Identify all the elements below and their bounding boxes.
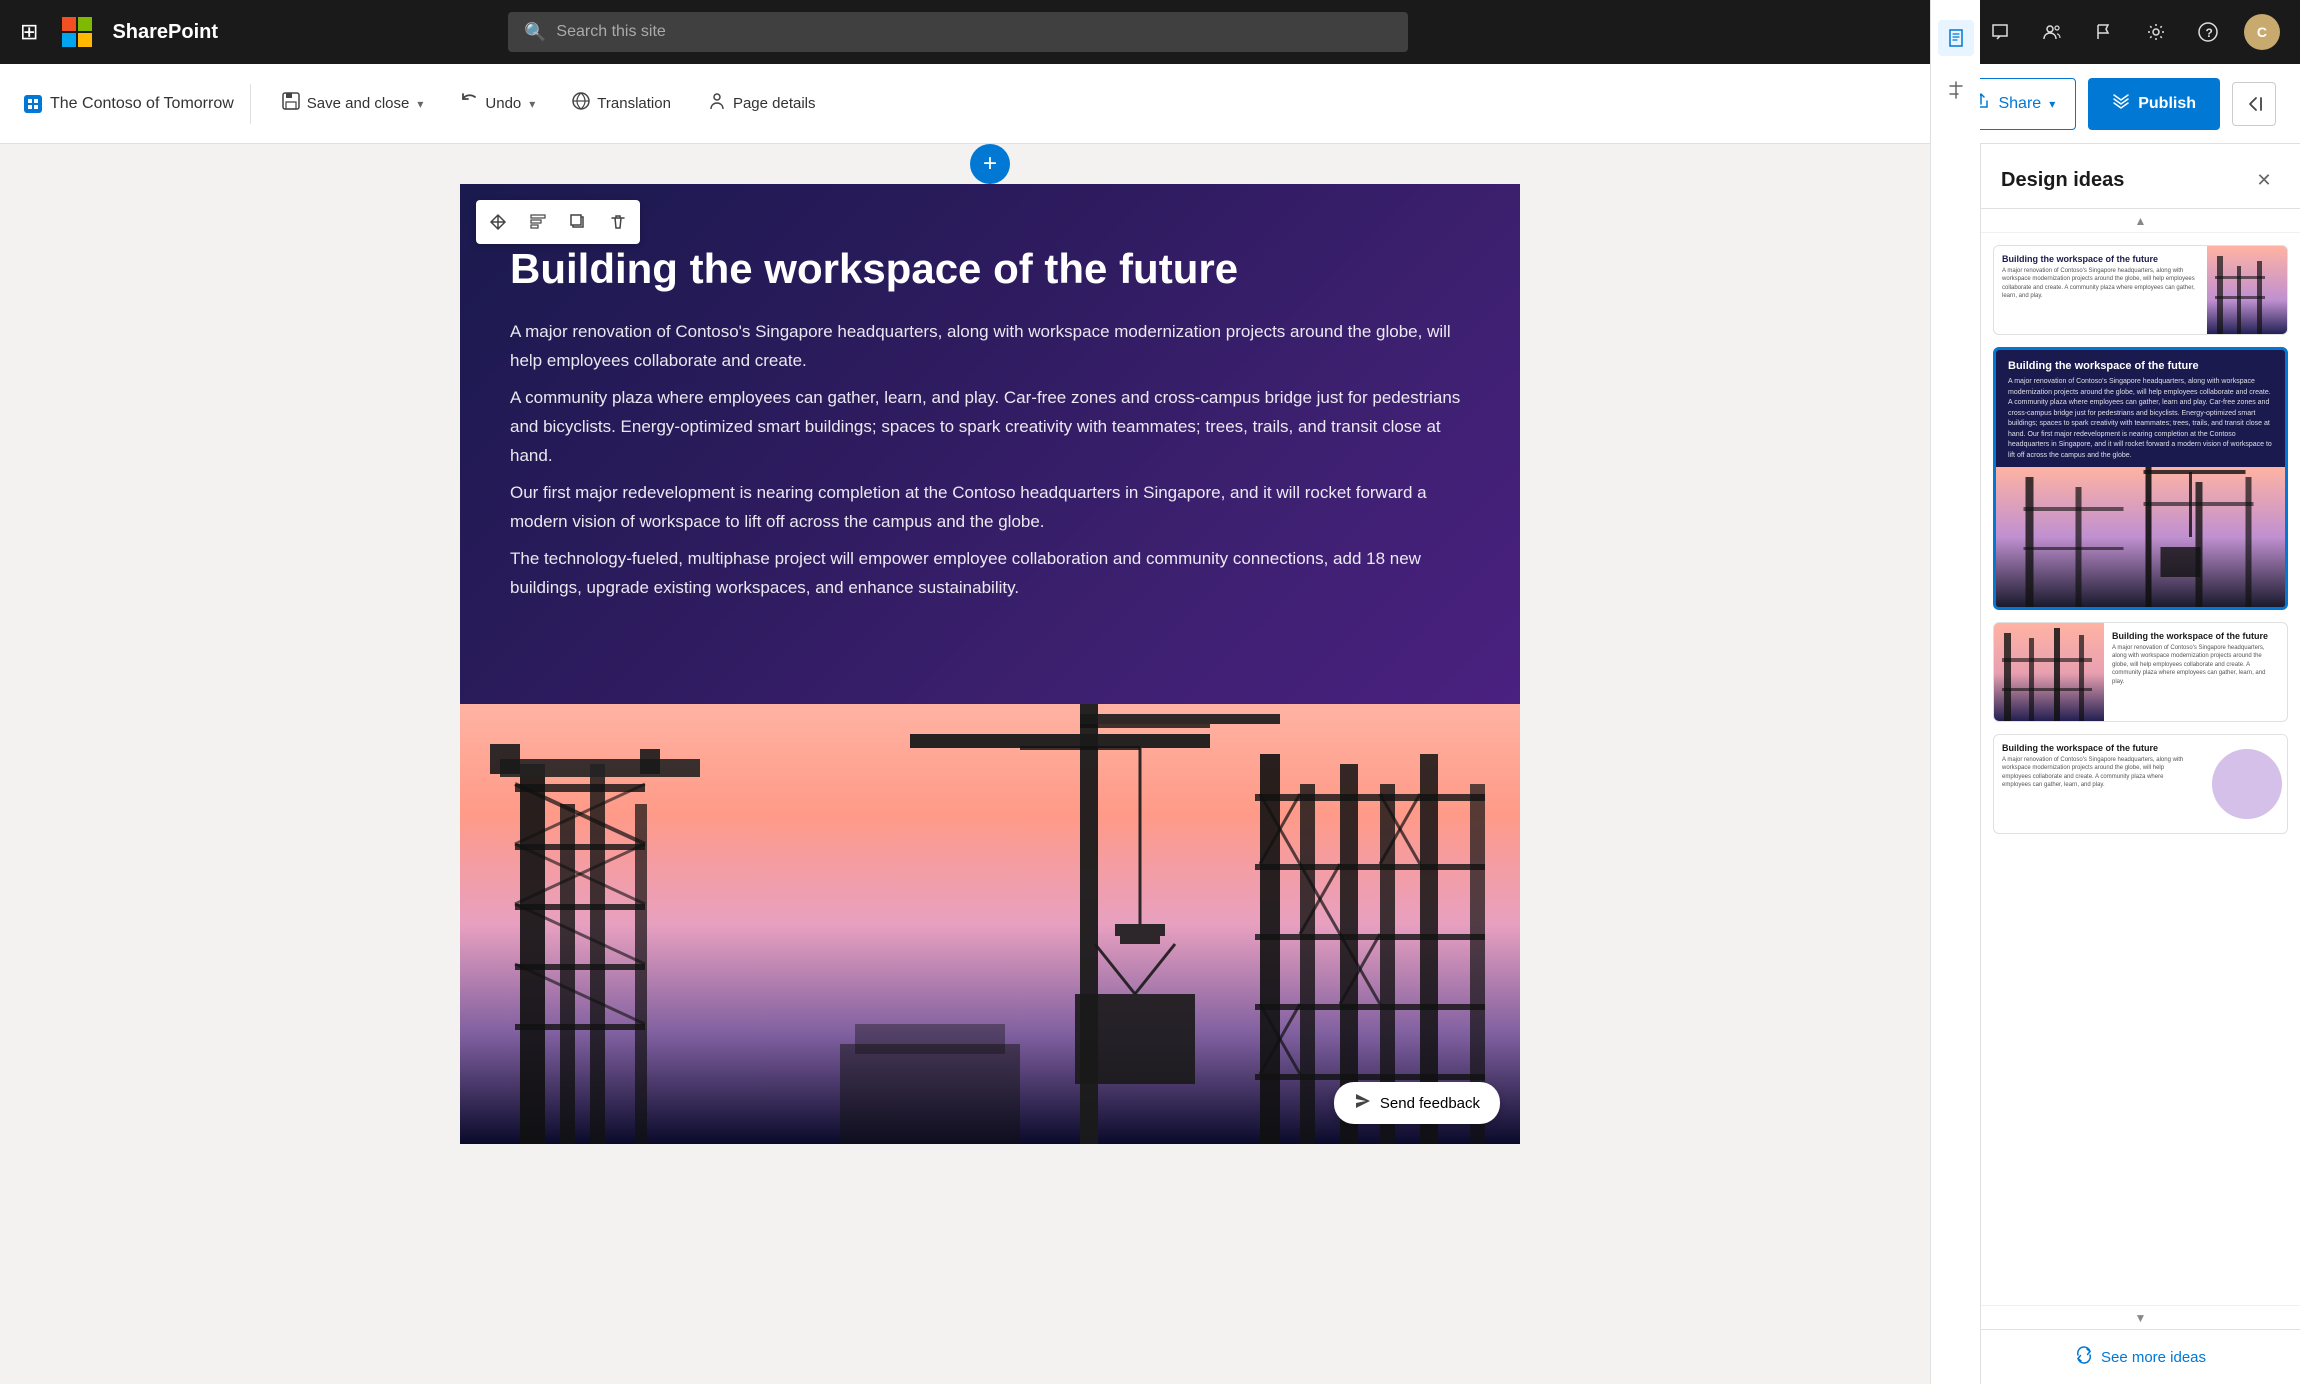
save-dropdown-arrow: ▾ [417, 97, 423, 111]
page-dot [24, 95, 42, 113]
see-more-label: See more ideas [2101, 1349, 2206, 1366]
image-section: Image [460, 704, 1520, 1144]
card4-text: Building the workspace of the future A m… [1994, 735, 2197, 833]
page-indicator: The Contoso of Tomorrow [24, 95, 234, 113]
publish-label: Publish [2138, 95, 2196, 113]
save-icon [281, 91, 301, 116]
panel-scroll-up-arrow: ▲ [2135, 214, 2147, 228]
design-ideas-list[interactable]: Building the workspace of the future A m… [1981, 233, 2300, 1305]
delete-control[interactable] [600, 204, 636, 240]
app-name: SharePoint [112, 21, 218, 44]
undo-button[interactable]: Undo ▾ [445, 78, 549, 130]
design-idea-card-3[interactable]: Building the workspace of the future A m… [1993, 622, 2288, 722]
card1-image [2207, 246, 2287, 334]
undo-dropdown-arrow: ▾ [529, 97, 535, 111]
save-close-label: Save and close [307, 95, 410, 112]
hero-body-line-3: Our first major redevelopment is nearing… [510, 479, 1470, 537]
page-details-icon [707, 91, 727, 116]
align-icon[interactable] [1938, 72, 1974, 108]
card1-body: A major renovation of Contoso's Singapor… [2002, 267, 2199, 301]
design-idea-card-1[interactable]: Building the workspace of the future A m… [1993, 245, 2288, 335]
panel-scroll-down-arrow: ▼ [2135, 1311, 2147, 1325]
page-details-label: Page details [733, 95, 816, 112]
translation-label: Translation [597, 95, 671, 112]
microsoft-logo [62, 17, 92, 47]
add-section-button[interactable]: + [970, 144, 1010, 184]
design-idea-card-4[interactable]: Building the workspace of the future A m… [1993, 734, 2288, 834]
page-name: The Contoso of Tomorrow [50, 95, 234, 113]
main-area: + [0, 144, 2300, 1384]
panel-footer: See more ideas [1981, 1329, 2300, 1384]
card2-top: Building the workspace of the future A m… [1996, 350, 2285, 467]
move-control[interactable] [480, 204, 516, 240]
translation-icon [571, 91, 591, 116]
page-details-button[interactable]: Page details [693, 78, 830, 130]
toolbar-left: The Contoso of Tomorrow Save and close ▾… [24, 78, 1943, 130]
design-idea-card-2[interactable]: Building the workspace of the future A m… [1993, 347, 2288, 610]
card4-circle-decoration [2212, 749, 2282, 819]
search-input[interactable] [556, 23, 1392, 41]
card4-title: Building the workspace of the future [2002, 743, 2189, 753]
card3-title: Building the workspace of the future [2112, 631, 2279, 641]
help-circle-icon[interactable]: ? [2192, 16, 2224, 48]
canvas-area[interactable]: + [0, 144, 1980, 1384]
user-avatar[interactable]: C [2244, 14, 2280, 50]
share-dropdown-arrow: ▾ [2049, 97, 2055, 111]
edit-controls [476, 200, 640, 244]
hero-section: Building the workspace of the future A m… [460, 184, 1520, 704]
flag-icon[interactable] [2088, 16, 2120, 48]
send-feedback-icon [1354, 1092, 1372, 1114]
waffle-icon[interactable]: ⊞ [20, 19, 38, 45]
svg-text:?: ? [2205, 26, 2212, 40]
nav-icons: ? ? C [1932, 14, 2280, 50]
see-more-ideas-button[interactable]: See more ideas [2075, 1346, 2206, 1368]
duplicate-control[interactable] [560, 204, 596, 240]
card2-title: Building the workspace of the future [2008, 360, 2273, 372]
people-icon[interactable] [2036, 16, 2068, 48]
save-close-button[interactable]: Save and close ▾ [267, 78, 438, 130]
hero-body-line-2: A community plaza where employees can ga… [510, 384, 1470, 471]
card1-text: Building the workspace of the future A m… [1994, 246, 2207, 334]
card4-image [2197, 735, 2287, 833]
hero-body: A major renovation of Contoso's Singapor… [510, 318, 1470, 602]
card3-image [1994, 623, 2104, 721]
translation-button[interactable]: Translation [557, 78, 685, 130]
refresh-icon [2075, 1346, 2093, 1368]
collapse-panel-button[interactable] [2232, 82, 2276, 126]
toolbar-right: Share ▾ Publish [1951, 78, 2276, 130]
design-panel-title: Design ideas [2001, 169, 2124, 192]
publish-button[interactable]: Publish [2088, 78, 2220, 130]
hero-body-line-4: The technology-fueled, multiphase projec… [510, 545, 1470, 603]
card2-body: A major renovation of Contoso's Singapor… [2008, 377, 2273, 461]
hero-body-line-1: A major renovation of Contoso's Singapor… [510, 318, 1470, 376]
right-panel-icons [1930, 0, 1980, 1384]
edit-control[interactable] [520, 204, 556, 240]
search-icon: 🔍 [524, 22, 546, 43]
publish-icon [2112, 92, 2130, 115]
send-feedback-label: Send feedback [1380, 1095, 1480, 1112]
card3-body: A major renovation of Contoso's Singapor… [2112, 644, 2279, 686]
card1-title: Building the workspace of the future [2002, 254, 2199, 264]
card3-text: Building the workspace of the future A m… [2104, 623, 2287, 721]
share-label: Share [1998, 95, 2041, 113]
send-feedback-button[interactable]: Send feedback [1334, 1082, 1500, 1124]
close-design-panel-button[interactable]: ✕ [2248, 164, 2280, 196]
design-ideas-panel: Design ideas ✕ ▲ Building the workspace … [1980, 144, 2300, 1384]
design-panel-header: Design ideas ✕ [1981, 144, 2300, 209]
design-ideas-icon[interactable] [1938, 20, 1974, 56]
add-section-bar: + [0, 144, 1980, 184]
settings-icon[interactable] [2140, 16, 2172, 48]
construction-image: Send feedback [460, 704, 1520, 1144]
search-bar[interactable]: 🔍 [508, 12, 1408, 52]
hero-title: Building the workspace of the future [510, 244, 1470, 294]
undo-icon [459, 91, 479, 116]
undo-label: Undo [485, 95, 521, 112]
card2-image [1996, 467, 2285, 607]
card4-body: A major renovation of Contoso's Singapor… [2002, 756, 2189, 790]
page-content: Building the workspace of the future A m… [460, 184, 1520, 1144]
feedback-icon[interactable] [1984, 16, 2016, 48]
